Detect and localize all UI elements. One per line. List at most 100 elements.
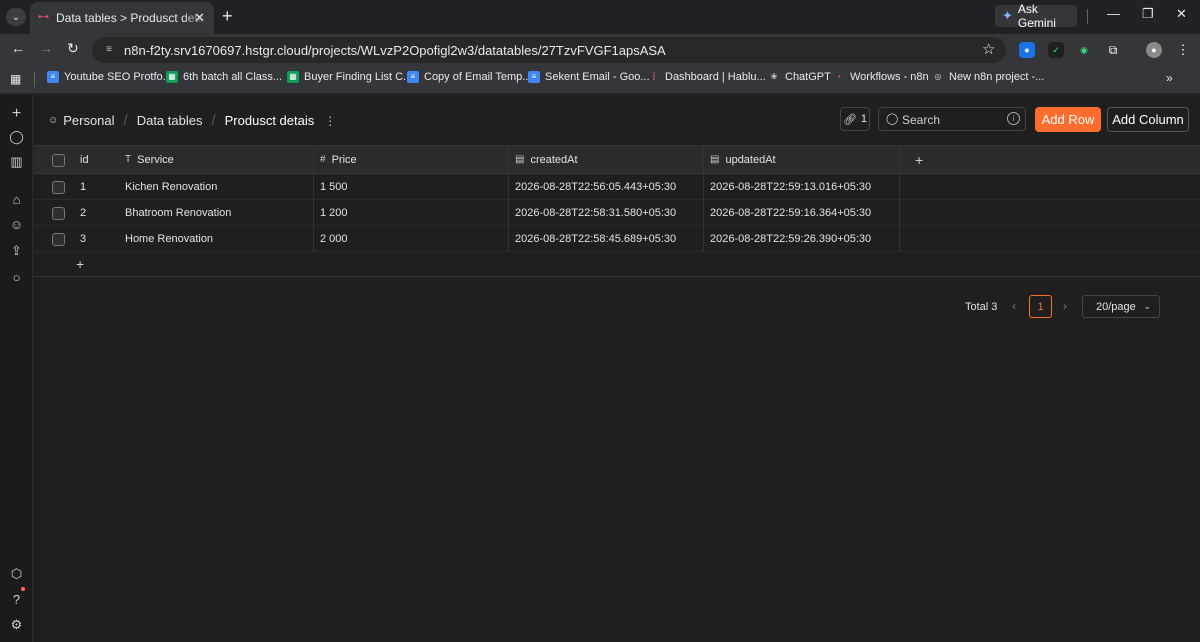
- column-header-price[interactable]: # Price: [314, 146, 509, 173]
- address-bar[interactable]: ≡ n8n-f2ty.srv1670697.hstgr.cloud/projec…: [92, 37, 1006, 63]
- column-header-createdat[interactable]: ▤ createdAt: [509, 146, 704, 173]
- home-icon[interactable]: ⌂: [8, 191, 25, 208]
- table-row[interactable]: 1 Kichen Renovation 1 500 2026-08-28T22:56:…: [34, 174, 1200, 200]
- browser-tab-active[interactable]: •−• Data tables > Produsct detais - n8n …: [30, 2, 214, 34]
- tab-search-chevron-icon[interactable]: ⌄: [6, 8, 26, 26]
- breadcrumb-data-tables[interactable]: Data tables: [137, 113, 203, 128]
- select-all-checkbox[interactable]: [52, 154, 65, 167]
- column-header-updatedat[interactable]: ▤ updatedAt: [704, 146, 900, 173]
- bookmark-label: Dashboard | Hablu...: [665, 71, 766, 83]
- browser-menu-icon[interactable]: ⋮: [1175, 42, 1191, 58]
- bookmark-item[interactable]: ≡ Copy of Email Temp...: [407, 71, 531, 83]
- breadcrumb-current-table[interactable]: Produsct detais: [225, 113, 315, 128]
- table-cell-price[interactable]: 2 000: [314, 226, 509, 251]
- site-settings-icon[interactable]: ≡: [101, 42, 117, 58]
- column-label: updatedAt: [725, 153, 776, 166]
- toggle-sidebar-icon[interactable]: ▥: [8, 153, 25, 170]
- add-row-plus-icon[interactable]: +: [76, 256, 84, 272]
- table-options-icon[interactable]: ⋮: [324, 114, 336, 128]
- ask-gemini-label: Ask Gemini: [1017, 2, 1056, 30]
- search-input[interactable]: [902, 111, 1002, 128]
- templates-cube-icon[interactable]: ⬡: [8, 565, 25, 582]
- bookmark-item[interactable]: ≡ Youtube SEO Protfo...: [47, 71, 172, 83]
- next-page-icon[interactable]: ›: [1063, 299, 1067, 313]
- table-cell-id[interactable]: 3: [74, 226, 119, 251]
- bookmark-label: Buyer Finding List C...: [304, 71, 413, 83]
- row-checkbox[interactable]: [52, 181, 65, 194]
- table-cell-id[interactable]: 1: [74, 174, 119, 199]
- share-icon[interactable]: ⇪: [8, 242, 25, 259]
- apps-grid-icon[interactable]: ▦: [10, 72, 21, 86]
- bookmark-star-icon[interactable]: ☆: [982, 40, 995, 58]
- chat-icon[interactable]: ○: [8, 269, 25, 286]
- table-cell-updatedat[interactable]: 2026-08-28T22:59:26.390+05:30: [704, 226, 900, 251]
- chevron-down-icon: ⌄: [1143, 301, 1151, 311]
- sheets-icon: ▦: [287, 71, 299, 83]
- table-cell-service[interactable]: Home Renovation: [119, 226, 314, 251]
- table-row[interactable]: 3 Home Renovation 2 000 2026-08-28T22:58:45…: [34, 226, 1200, 252]
- table-cell-service[interactable]: Bhatroom Renovation: [119, 200, 314, 225]
- settings-gear-icon[interactable]: ⚙: [8, 616, 25, 633]
- table-cell-updatedat[interactable]: 2026-08-28T22:59:13.016+05:30: [704, 174, 900, 199]
- add-icon[interactable]: +: [8, 105, 25, 122]
- page-number-current[interactable]: 1: [1029, 295, 1052, 318]
- table-cell-createdat[interactable]: 2026-08-28T22:58:45.689+05:30: [509, 226, 704, 251]
- minimize-icon[interactable]: —: [1107, 6, 1120, 21]
- tab-close-icon[interactable]: ✕: [194, 10, 205, 26]
- bookmark-item[interactable]: ▦ 6th batch all Class...: [166, 71, 282, 83]
- search-field[interactable]: ◯ i: [878, 107, 1026, 131]
- browser-tab-strip: ⌄ •−• Data tables > Produsct detais - n8…: [0, 0, 1200, 34]
- table-row[interactable]: 2 Bhatroom Renovation 1 200 2026-08-28T22:5…: [34, 200, 1200, 226]
- search-icon[interactable]: ◯: [8, 128, 25, 145]
- ask-gemini-button[interactable]: ✦ Ask Gemini: [995, 2, 1077, 30]
- profile-avatar-icon[interactable]: ●: [1146, 42, 1162, 58]
- tab-title: Data tables > Produsct detais - n8n: [56, 11, 206, 25]
- link-icon: 🔗︎: [842, 113, 857, 126]
- table-cell-updatedat[interactable]: 2026-08-28T22:59:16.364+05:30: [704, 200, 900, 225]
- table-cell-createdat[interactable]: 2026-08-28T22:58:31.580+05:30: [509, 200, 704, 225]
- table-cell-price[interactable]: 1 500: [314, 174, 509, 199]
- linked-count: 1: [860, 113, 868, 125]
- bookmark-item[interactable]: ◎ New n8n project -...: [932, 71, 1045, 83]
- restore-icon[interactable]: ❐: [1142, 6, 1154, 22]
- table-cell-id[interactable]: 2: [74, 200, 119, 225]
- help-icon[interactable]: ?: [8, 591, 25, 608]
- bookmark-item[interactable]: ▦ Buyer Finding List C...: [287, 71, 412, 83]
- table-cell-createdat[interactable]: 2026-08-28T22:56:05.443+05:30: [509, 174, 704, 199]
- person-icon[interactable]: ☺: [8, 216, 25, 233]
- column-label: Price: [331, 153, 357, 166]
- page-size-select[interactable]: 20/page ⌄: [1082, 295, 1160, 318]
- extension-check-icon[interactable]: ✓: [1048, 42, 1064, 58]
- add-row-button[interactable]: Add Row: [1035, 107, 1101, 132]
- bookmark-label: New n8n project -...: [949, 71, 1045, 83]
- bookmark-label: Sekent Email - Goo...: [545, 71, 650, 83]
- new-tab-button[interactable]: +: [222, 6, 233, 27]
- more-bookmarks-icon[interactable]: »: [1166, 71, 1173, 85]
- extension-lens-icon[interactable]: ●: [1019, 42, 1035, 58]
- table-cell-price[interactable]: 1 200: [314, 200, 509, 225]
- bookmark-item[interactable]: ❀ ChatGPT: [768, 71, 831, 83]
- close-window-icon[interactable]: ✕: [1176, 6, 1187, 22]
- add-column-plus-icon[interactable]: +: [915, 152, 923, 168]
- breadcrumb-personal[interactable]: Personal: [63, 113, 114, 128]
- bookmark-item[interactable]: ⫿ Dashboard | Hablu...: [648, 71, 766, 83]
- breadcrumb: ☺ Personal / Data tables / Produsct deta…: [48, 112, 336, 129]
- forward-arrow-icon[interactable]: →: [39, 40, 53, 56]
- prev-page-icon[interactable]: ‹: [1012, 299, 1016, 313]
- row-checkbox[interactable]: [52, 207, 65, 220]
- info-icon[interactable]: i: [1007, 112, 1020, 125]
- linked-workflows-button[interactable]: 🔗︎ 1: [840, 107, 870, 131]
- table-cell-service[interactable]: Kichen Renovation: [119, 174, 314, 199]
- bookmark-item[interactable]: • Workflows - n8n: [833, 71, 929, 83]
- add-column-button[interactable]: Add Column: [1107, 107, 1189, 132]
- column-header-id[interactable]: id: [74, 146, 119, 173]
- extension-signal-icon[interactable]: ◉: [1076, 42, 1092, 58]
- url-text[interactable]: n8n-f2ty.srv1670697.hstgr.cloud/projects…: [124, 43, 666, 58]
- reload-icon[interactable]: ↻: [67, 40, 79, 57]
- bookmarks-divider: [34, 72, 35, 87]
- row-checkbox[interactable]: [52, 233, 65, 246]
- extensions-puzzle-icon[interactable]: ⧉: [1105, 42, 1121, 58]
- back-arrow-icon[interactable]: ←: [11, 40, 25, 56]
- column-header-service[interactable]: T Service: [119, 146, 314, 173]
- bookmark-item[interactable]: ≡ Sekent Email - Goo...: [528, 71, 650, 83]
